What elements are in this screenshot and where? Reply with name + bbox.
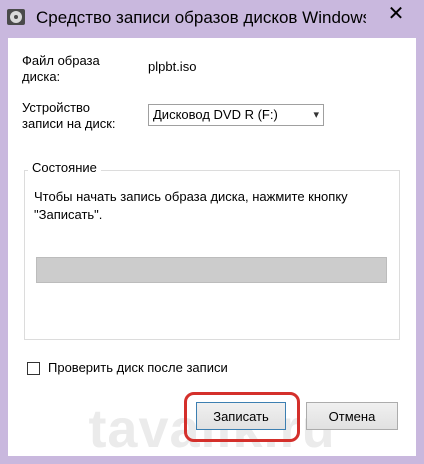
chevron-down-icon[interactable]: ▾ — [313, 105, 319, 125]
file-name-value: plpbt.iso — [148, 59, 197, 74]
file-label: Файл образа диска: — [22, 53, 100, 85]
verify-checkbox[interactable] — [27, 362, 40, 375]
device-label: Устройство записи на диск: — [22, 100, 116, 132]
device-select-value: Дисковод DVD R (F:) — [153, 107, 278, 122]
cancel-button[interactable]: Отмена — [306, 402, 398, 430]
progress-bar — [36, 257, 387, 283]
close-icon[interactable]: ✕ — [374, 0, 418, 26]
disc-burner-app-icon — [6, 7, 26, 27]
status-message: Чтобы начать запись образа диска, нажмит… — [34, 189, 348, 222]
device-label-line1: Устройство — [22, 100, 91, 115]
verify-checkbox-label[interactable]: Проверить диск после записи — [48, 360, 228, 375]
burner-window: Средство записи образов дисков Windows ✕… — [0, 0, 424, 464]
status-legend: Состояние — [28, 160, 101, 175]
file-label-line2: диска: — [22, 69, 61, 84]
title-bar: Средство записи образов дисков Windows ✕ — [0, 0, 424, 38]
file-label-line1: Файл образа — [22, 53, 100, 68]
device-label-line2: записи на диск: — [22, 116, 116, 131]
dialog-body: Файл образа диска: plpbt.iso Устройство … — [8, 38, 416, 459]
burn-button[interactable]: Записать — [196, 402, 286, 430]
device-select[interactable]: Дисковод DVD R (F:) ▾ — [148, 104, 324, 126]
window-title: Средство записи образов дисков Windows — [36, 8, 366, 27]
